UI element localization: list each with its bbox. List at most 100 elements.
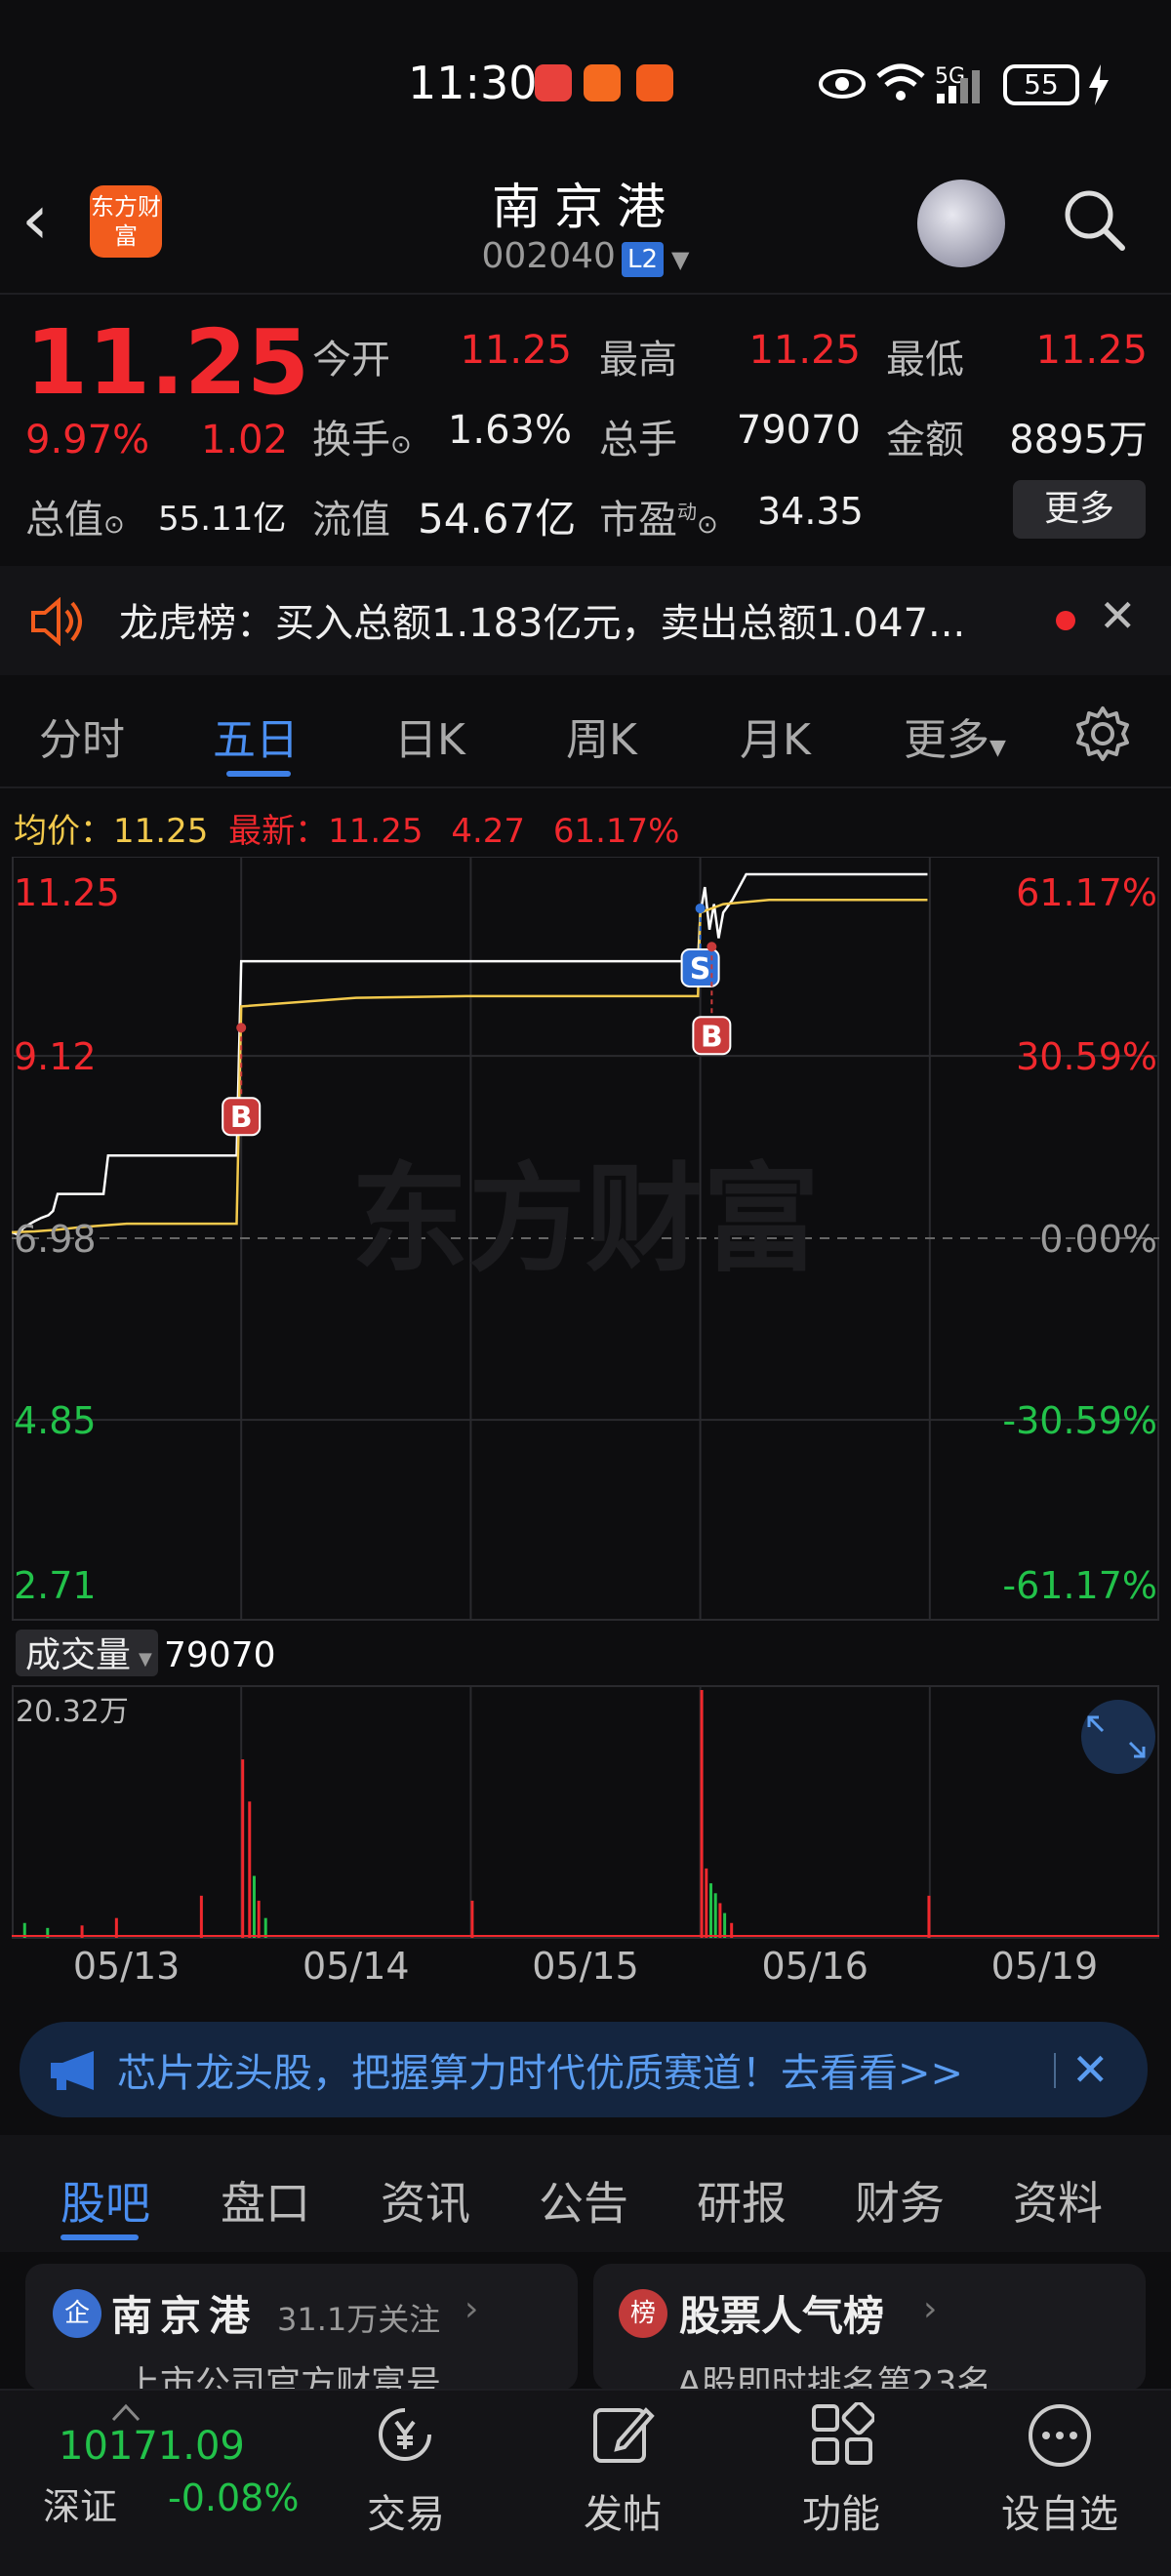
open-value: 11.25 bbox=[460, 328, 572, 373]
volume-value: 79070 bbox=[736, 408, 861, 453]
pe-value: 34.35 bbox=[757, 490, 864, 533]
more-quote-button[interactable]: 更多 bbox=[1013, 480, 1146, 539]
search-icon[interactable] bbox=[1062, 187, 1126, 252]
volume-bar bbox=[700, 1690, 704, 1938]
volume-bar bbox=[723, 1912, 727, 1938]
volume-bar bbox=[248, 1801, 252, 1938]
turnover-label[interactable]: 换手⊙ bbox=[312, 408, 412, 464]
tab-five-day[interactable]: 五日 bbox=[213, 704, 299, 767]
enterprise-icon: 企 bbox=[53, 2289, 101, 2338]
settings-gear-icon[interactable] bbox=[1073, 704, 1132, 763]
tab-guba[interactable]: 股吧 bbox=[61, 2168, 150, 2233]
turnover-value: 1.63% bbox=[447, 408, 572, 453]
banner-text: 芯片龙头股，把握算力时代优质赛道！去看看>> bbox=[117, 2051, 964, 2096]
y-axis-label-right: 30.59% bbox=[1016, 1035, 1157, 1078]
y-axis-label-right: -61.17% bbox=[1002, 1564, 1157, 1607]
volume-bar bbox=[257, 1900, 261, 1938]
volume-bar bbox=[114, 1917, 118, 1938]
nav-add-watchlist[interactable]: 设自选 bbox=[982, 2482, 1138, 2539]
caret-down-icon: ▼ bbox=[671, 246, 690, 273]
edit-post-icon[interactable] bbox=[591, 2402, 656, 2467]
wifi-icon bbox=[876, 63, 925, 101]
five-day-chart[interactable]: 东方财富BSB11.25 61.17%9.12 30.59%6.98 0.00%4.8… bbox=[12, 857, 1159, 1994]
active-tab-indicator bbox=[226, 771, 291, 777]
tab-weekly-k[interactable]: 周K bbox=[566, 704, 637, 767]
price-change: 1.02 bbox=[201, 418, 289, 463]
tab-finance[interactable]: 财务 bbox=[855, 2168, 945, 2233]
divider bbox=[1054, 2053, 1056, 2088]
nav-trade[interactable]: 交易 bbox=[328, 2482, 484, 2539]
amount-value: 8895万 bbox=[1009, 418, 1148, 463]
volume-bar bbox=[713, 1893, 717, 1938]
y-axis-label-right: 61.17% bbox=[1016, 871, 1157, 914]
volume-bar bbox=[705, 1868, 708, 1938]
y-axis-label-right: -30.59% bbox=[1002, 1399, 1157, 1442]
tab-pankou[interactable]: 盘口 bbox=[221, 2168, 310, 2233]
level2-badge: L2 bbox=[621, 242, 664, 277]
trade-marker-label: S bbox=[690, 952, 711, 986]
speaker-icon bbox=[31, 597, 82, 646]
x-axis-date-label: 05/14 bbox=[303, 1945, 410, 1988]
close-notice-icon[interactable]: ✕ bbox=[1099, 589, 1137, 642]
info-icon: ⊙ bbox=[697, 510, 718, 540]
info-icon: ⊙ bbox=[390, 430, 412, 460]
volume-label: 成交量 bbox=[25, 1635, 131, 1675]
tab-research[interactable]: 研报 bbox=[697, 2168, 787, 2233]
mktcap-label[interactable]: 总值⊙ bbox=[25, 488, 125, 544]
watermark-text: 东方财富 bbox=[351, 1152, 820, 1288]
expand-chart-icon bbox=[1081, 1700, 1155, 1774]
stock-code: 002040 bbox=[481, 236, 616, 276]
amount-label: 金额 bbox=[886, 418, 964, 463]
high-label: 最高 bbox=[599, 338, 677, 382]
volume-max-label: 20.32万 bbox=[16, 1695, 129, 1729]
tab-news[interactable]: 资讯 bbox=[381, 2168, 470, 2233]
megaphone-icon bbox=[51, 2051, 94, 2090]
nav-functions[interactable]: 功能 bbox=[763, 2482, 919, 2539]
open-label: 今开 bbox=[312, 338, 390, 382]
volume-bar bbox=[263, 1917, 267, 1938]
functions-grid-icon[interactable] bbox=[810, 2402, 874, 2467]
card-title: 股票人气榜 bbox=[679, 2292, 885, 2340]
x-axis-date-label: 05/13 bbox=[73, 1945, 181, 1988]
robot-assistant-icon[interactable] bbox=[917, 180, 1005, 267]
tab-monthly-k[interactable]: 月K bbox=[740, 704, 811, 767]
pe-label[interactable]: 市盈动⊙ bbox=[599, 488, 718, 544]
info-icon: ⊙ bbox=[103, 510, 125, 540]
volume-bar bbox=[199, 1895, 203, 1938]
mktcap-value: 55.11亿 bbox=[158, 500, 287, 539]
float-cap-value: 54.67亿 bbox=[418, 495, 577, 543]
volume-bar bbox=[709, 1883, 713, 1938]
expand-up-icon[interactable] bbox=[111, 2402, 141, 2422]
close-banner-icon[interactable]: ✕ bbox=[1071, 2043, 1110, 2096]
y-axis-label-left: 11.25 bbox=[14, 871, 120, 914]
trade-marker-label: B bbox=[230, 1101, 253, 1135]
x-axis-date-label: 05/16 bbox=[761, 1945, 868, 1988]
volume-bar bbox=[470, 1900, 474, 1938]
volume-value: 79070 bbox=[164, 1635, 276, 1675]
chevron-right-icon: › bbox=[923, 2289, 938, 2329]
bar-chart-icon: 榜 bbox=[619, 2289, 667, 2338]
volume-bar bbox=[252, 1875, 256, 1938]
more-dots-icon[interactable] bbox=[1027, 2402, 1093, 2469]
y-axis-label-left: 6.98 bbox=[14, 1218, 97, 1261]
nav-post[interactable]: 发帖 bbox=[545, 2482, 701, 2539]
trade-marker-dot bbox=[236, 1023, 247, 1033]
trade-yen-icon[interactable] bbox=[371, 2400, 439, 2469]
x-axis-date-label: 05/19 bbox=[991, 1945, 1099, 1988]
latest-pct: 61.17% bbox=[552, 812, 680, 851]
high-value: 11.25 bbox=[748, 328, 861, 373]
avg-price: 11.25 bbox=[113, 812, 209, 851]
eye-icon bbox=[819, 69, 866, 99]
card-title: 南京港 bbox=[111, 2292, 259, 2340]
tab-daily-k[interactable]: 日K bbox=[394, 704, 465, 767]
notice-text: 龙虎榜：买入总额1.183亿元，卖出总额1.047... bbox=[119, 601, 966, 646]
tab-intraday[interactable]: 分时 bbox=[39, 704, 125, 767]
float-cap-label: 流值 bbox=[312, 498, 390, 543]
index-name: 深证 bbox=[43, 2485, 118, 2528]
tab-more[interactable]: 更多▼ bbox=[904, 704, 1006, 767]
tab-profile[interactable]: 资料 bbox=[1013, 2168, 1103, 2233]
index-value[interactable]: 10171.09 bbox=[59, 2424, 245, 2469]
tab-announcements[interactable]: 公告 bbox=[539, 2168, 628, 2233]
card-followers: 31.1万关注 bbox=[277, 2301, 441, 2338]
y-axis-label-left: 2.71 bbox=[14, 1564, 97, 1607]
